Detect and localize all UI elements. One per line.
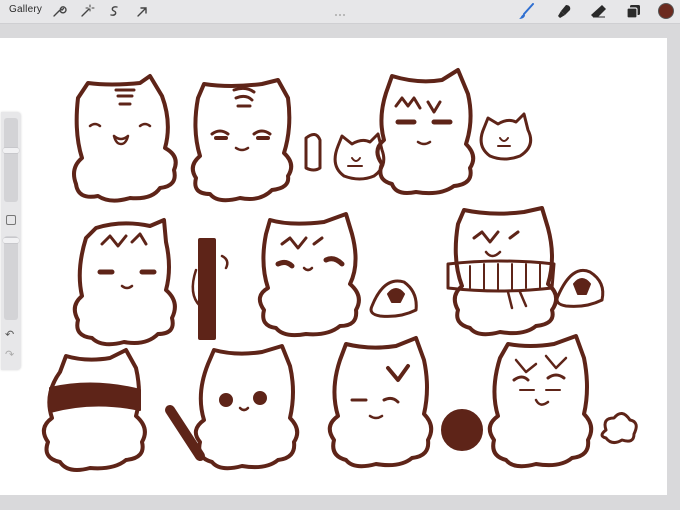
toolbar-grabber[interactable] [334,3,348,16]
gallery-button[interactable]: Gallery [9,4,42,15]
cat-9-outline [327,336,434,469]
eraser-icon[interactable] [590,3,607,20]
brush-size-thumb[interactable] [3,148,19,153]
top-toolbar: Gallery [0,0,680,24]
cat-10-outline [487,334,594,469]
transform-arrow-icon[interactable] [134,3,151,20]
undo-icon[interactable]: ↶ [5,330,14,341]
eye-mask [49,382,141,413]
bottom-bar [0,495,680,510]
drawing-canvas[interactable] [0,38,667,495]
brush-icon[interactable] [518,3,535,20]
smudge-icon[interactable] [556,3,573,20]
sidebar-controls: ↶ ↷ [1,112,21,370]
color-picker-button[interactable] [658,3,674,19]
sketch-artwork [41,68,638,472]
ball [441,409,483,451]
redo-icon[interactable]: ↷ [5,350,14,361]
opacity-thumb[interactable] [3,238,19,243]
cat-3-outline [375,68,476,196]
cat-5-outline [257,212,361,338]
wrench-icon[interactable] [50,3,67,20]
puff-cloud [600,412,638,445]
opacity-slider[interactable] [3,236,19,320]
cat-8-outline [193,344,300,471]
modify-button[interactable] [6,215,16,225]
cat-2-outline [190,78,294,203]
selection-icon[interactable] [106,3,123,20]
layers-icon[interactable] [625,3,642,20]
brush-size-slider[interactable] [3,118,19,202]
small-cat-head-2 [479,112,533,161]
magic-wand-icon[interactable] [78,3,95,20]
